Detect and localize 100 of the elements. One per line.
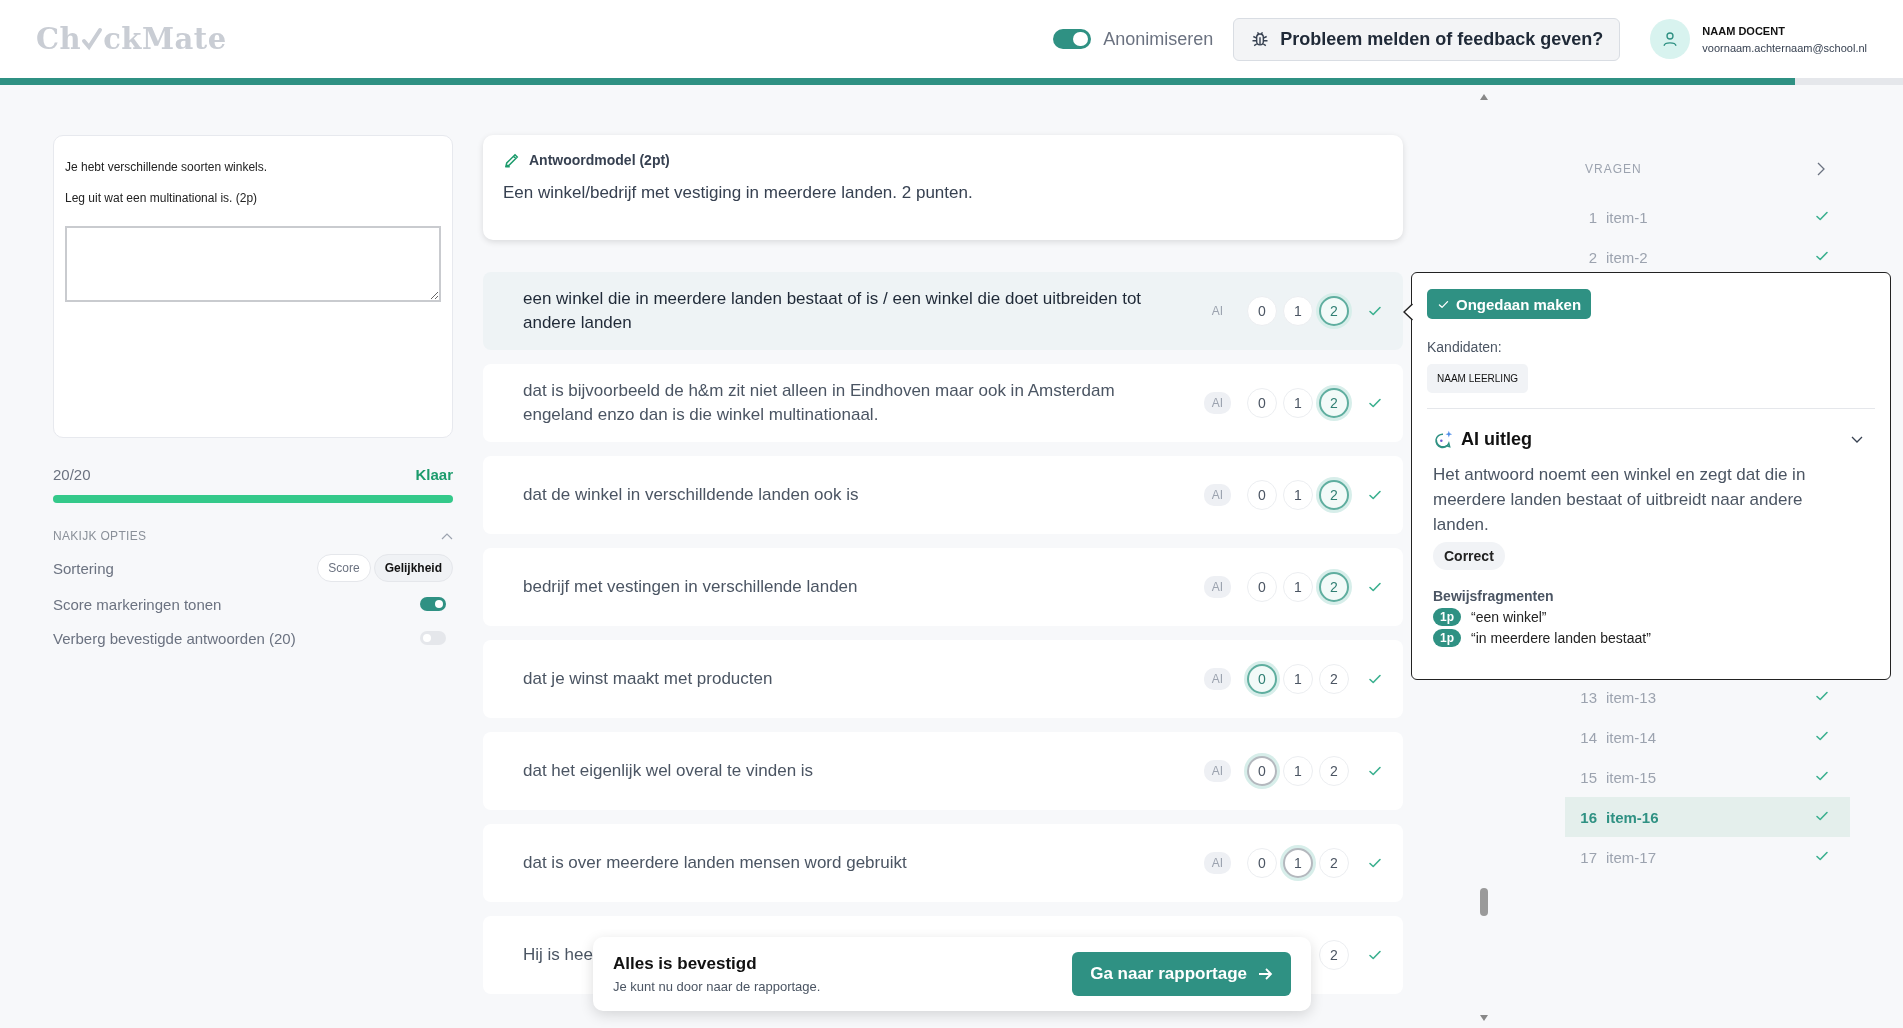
points-choice[interactable]: 1 <box>1283 756 1313 786</box>
points-choice[interactable]: 2 <box>1319 756 1349 786</box>
answer-text: Hij is hee <box>523 945 593 964</box>
ai-label: AI <box>1203 852 1231 874</box>
avatar[interactable] <box>1650 19 1691 59</box>
ai-label: AI <box>1203 668 1231 690</box>
points-choice[interactable]: 2 <box>1319 664 1349 694</box>
ai-label: AI <box>1210 303 1224 320</box>
question-number: 13 <box>1579 688 1597 706</box>
question-number: 15 <box>1579 768 1597 786</box>
sidebar-title: VRAGEN <box>1585 162 1642 176</box>
answer-row[interactable]: dat is over meerdere landen mensen word gebruikt AI 0 1 2 <box>483 824 1403 902</box>
ai-label: AI <box>1203 392 1231 414</box>
question-text: Je hebt verschillende soorten winkels. <box>65 160 269 174</box>
points-choice[interactable]: 1 <box>1283 480 1313 510</box>
points-choice[interactable]: 2 <box>1319 480 1349 510</box>
answer-row[interactable]: dat de winkel in verschilldende landen ook is AI 0 1 2 <box>483 456 1403 534</box>
question-label: item-2 <box>1606 248 1649 266</box>
candidate-chip: NAAM LEERLING <box>1427 364 1529 393</box>
answer-field[interactable] <box>65 226 441 302</box>
progress-status: Klaar <box>415 466 453 483</box>
report-button[interactable]: Ga naar rapportage <box>1072 952 1291 996</box>
answer-text: een winkel die in meerdere landen bestaat of is / een winkel die doet uitbreiden tot andere landen <box>523 289 1142 332</box>
bug-icon <box>1250 29 1271 49</box>
ai-label: AI <box>1203 576 1231 598</box>
user-email: voornaam.achternaam@school.nl <box>1702 41 1867 54</box>
points-choice[interactable]: 0 <box>1247 296 1277 326</box>
question-label: item-15 <box>1606 768 1658 786</box>
progress-count: 20/20 <box>53 466 91 483</box>
ai-chat-icon <box>1433 429 1453 450</box>
points-choice[interactable]: 0 <box>1247 848 1277 878</box>
toast-text: Je kunt nu door naar de rapportage. <box>613 979 822 994</box>
points-choice[interactable]: 1 <box>1283 388 1313 418</box>
answer-row[interactable]: dat is bijvoorbeeld de h&m zit niet alleen in Eindhoven maar ook in Amsterdam engeland enzo dan is die winkel multinationaal. AI 0 1 2 <box>483 364 1403 442</box>
points-choice[interactable]: 2 <box>1319 296 1349 326</box>
candidates-label: Kandidaten: <box>1427 339 1503 355</box>
answer-text: dat het eigenlijk wel overal te vinden is <box>523 761 814 780</box>
question-label: item-13 <box>1606 688 1658 706</box>
ai-label: AI <box>1203 760 1231 782</box>
sort-option[interactable]: Gelijkheid <box>373 554 453 582</box>
verdict-badge: Correct <box>1433 542 1505 570</box>
undo-button[interactable]: Ongedaan maken <box>1427 289 1592 319</box>
points-choice[interactable]: 1 <box>1283 848 1313 878</box>
anonymize-label: Anonimiseren <box>1103 28 1214 50</box>
points-choice[interactable]: 1 <box>1283 296 1313 326</box>
answer-row[interactable]: bedrijf met vestingen in verschillende landen AI 0 1 2 <box>483 548 1403 626</box>
model-answer-title: Antwoordmodel (2pt) <box>529 152 670 168</box>
option-label: Sortering <box>53 559 114 577</box>
model-answer-text: Een winkel/bedrijf met vestiging in meerdere landen. 2 punten. <box>503 183 974 203</box>
option-toggle[interactable] <box>420 596 446 612</box>
pen-icon <box>503 151 521 169</box>
evidence-quote: “een winkel” <box>1471 609 1547 625</box>
question-number: 16 <box>1579 808 1597 826</box>
answer-text: dat je winst maakt met producten <box>523 669 773 688</box>
question-label: item-17 <box>1606 848 1658 866</box>
points-badge: 1p <box>1433 608 1461 626</box>
answer-text: dat is over meerdere landen mensen word gebruikt <box>523 853 907 872</box>
points-choice[interactable]: 0 <box>1247 480 1277 510</box>
chevron-right-icon[interactable] <box>1817 162 1825 176</box>
question-number: 14 <box>1579 728 1597 746</box>
question-label: item-16 <box>1606 808 1660 826</box>
arrow-right-icon <box>1257 966 1273 982</box>
ai-label: AI <box>1203 484 1231 506</box>
points-choice[interactable]: 2 <box>1319 388 1349 418</box>
question-text: Leg uit wat een multinational is. (2p) <box>65 191 259 205</box>
option-label: Score markeringen tonen <box>53 595 222 613</box>
answer-text: bedrijf met vestingen in verschillende landen <box>523 577 858 596</box>
evidence-quote: “in meerdere landen bestaat” <box>1471 630 1651 646</box>
question-label: item-14 <box>1606 728 1658 746</box>
points-choice[interactable]: 2 <box>1319 572 1349 602</box>
points-choice[interactable]: 0 <box>1247 664 1277 694</box>
ai-explanation: Het antwoord noemt een winkel en zegt dat die in meerdere landen bestaat of uitbreidt naar andere landen. <box>1433 464 1807 536</box>
question-number: 2 <box>1587 248 1597 266</box>
evidence-title: Bewijsfragmenten <box>1433 588 1555 604</box>
anonymize-toggle[interactable] <box>1053 28 1092 50</box>
points-badge: 1p <box>1433 629 1461 647</box>
points-choice[interactable]: 2 <box>1319 848 1349 878</box>
feedback-button[interactable]: Probleem melden of feedback geven? <box>1233 17 1621 61</box>
question-number: 1 <box>1587 208 1597 226</box>
points-choice[interactable]: 2 <box>1319 940 1349 970</box>
chevron-icon[interactable] <box>441 532 453 540</box>
option-label: Verberg bevestigde antwoorden (20) <box>53 629 296 647</box>
points-choice[interactable]: 1 <box>1283 572 1313 602</box>
points-choice[interactable]: 1 <box>1283 664 1313 694</box>
options-title: NAKIJK OPTIES <box>53 529 147 543</box>
sort-option[interactable]: Score <box>317 554 371 582</box>
user-name: NAAM DOCENT <box>1702 24 1786 37</box>
points-choice[interactable]: 0 <box>1247 572 1277 602</box>
points-choice[interactable]: 0 <box>1247 388 1277 418</box>
question-number: 17 <box>1579 848 1597 866</box>
points-choice[interactable]: 0 <box>1247 756 1277 786</box>
option-toggle[interactable] <box>420 630 446 646</box>
question-label: item-1 <box>1606 208 1649 226</box>
answer-row[interactable]: dat het eigenlijk wel overal te vinden is AI 0 1 2 <box>483 732 1403 810</box>
answer-row[interactable]: dat je winst maakt met producten AI 0 1 2 <box>483 640 1403 718</box>
chevron-down-icon[interactable] <box>1851 435 1863 444</box>
answer-row[interactable]: een winkel die in meerdere landen bestaat of is / een winkel die doet uitbreiden tot andere landen AI 0 1 2 <box>483 272 1403 350</box>
toast-title: Alles is bevestigd <box>613 954 758 974</box>
answer-text: dat is bijvoorbeeld de h&m zit niet alleen in Eindhoven maar ook in Amsterdam engeland enzo dan is die winkel multinationaal. <box>523 381 1115 424</box>
ai-title: AI uitleg <box>1461 429 1533 450</box>
